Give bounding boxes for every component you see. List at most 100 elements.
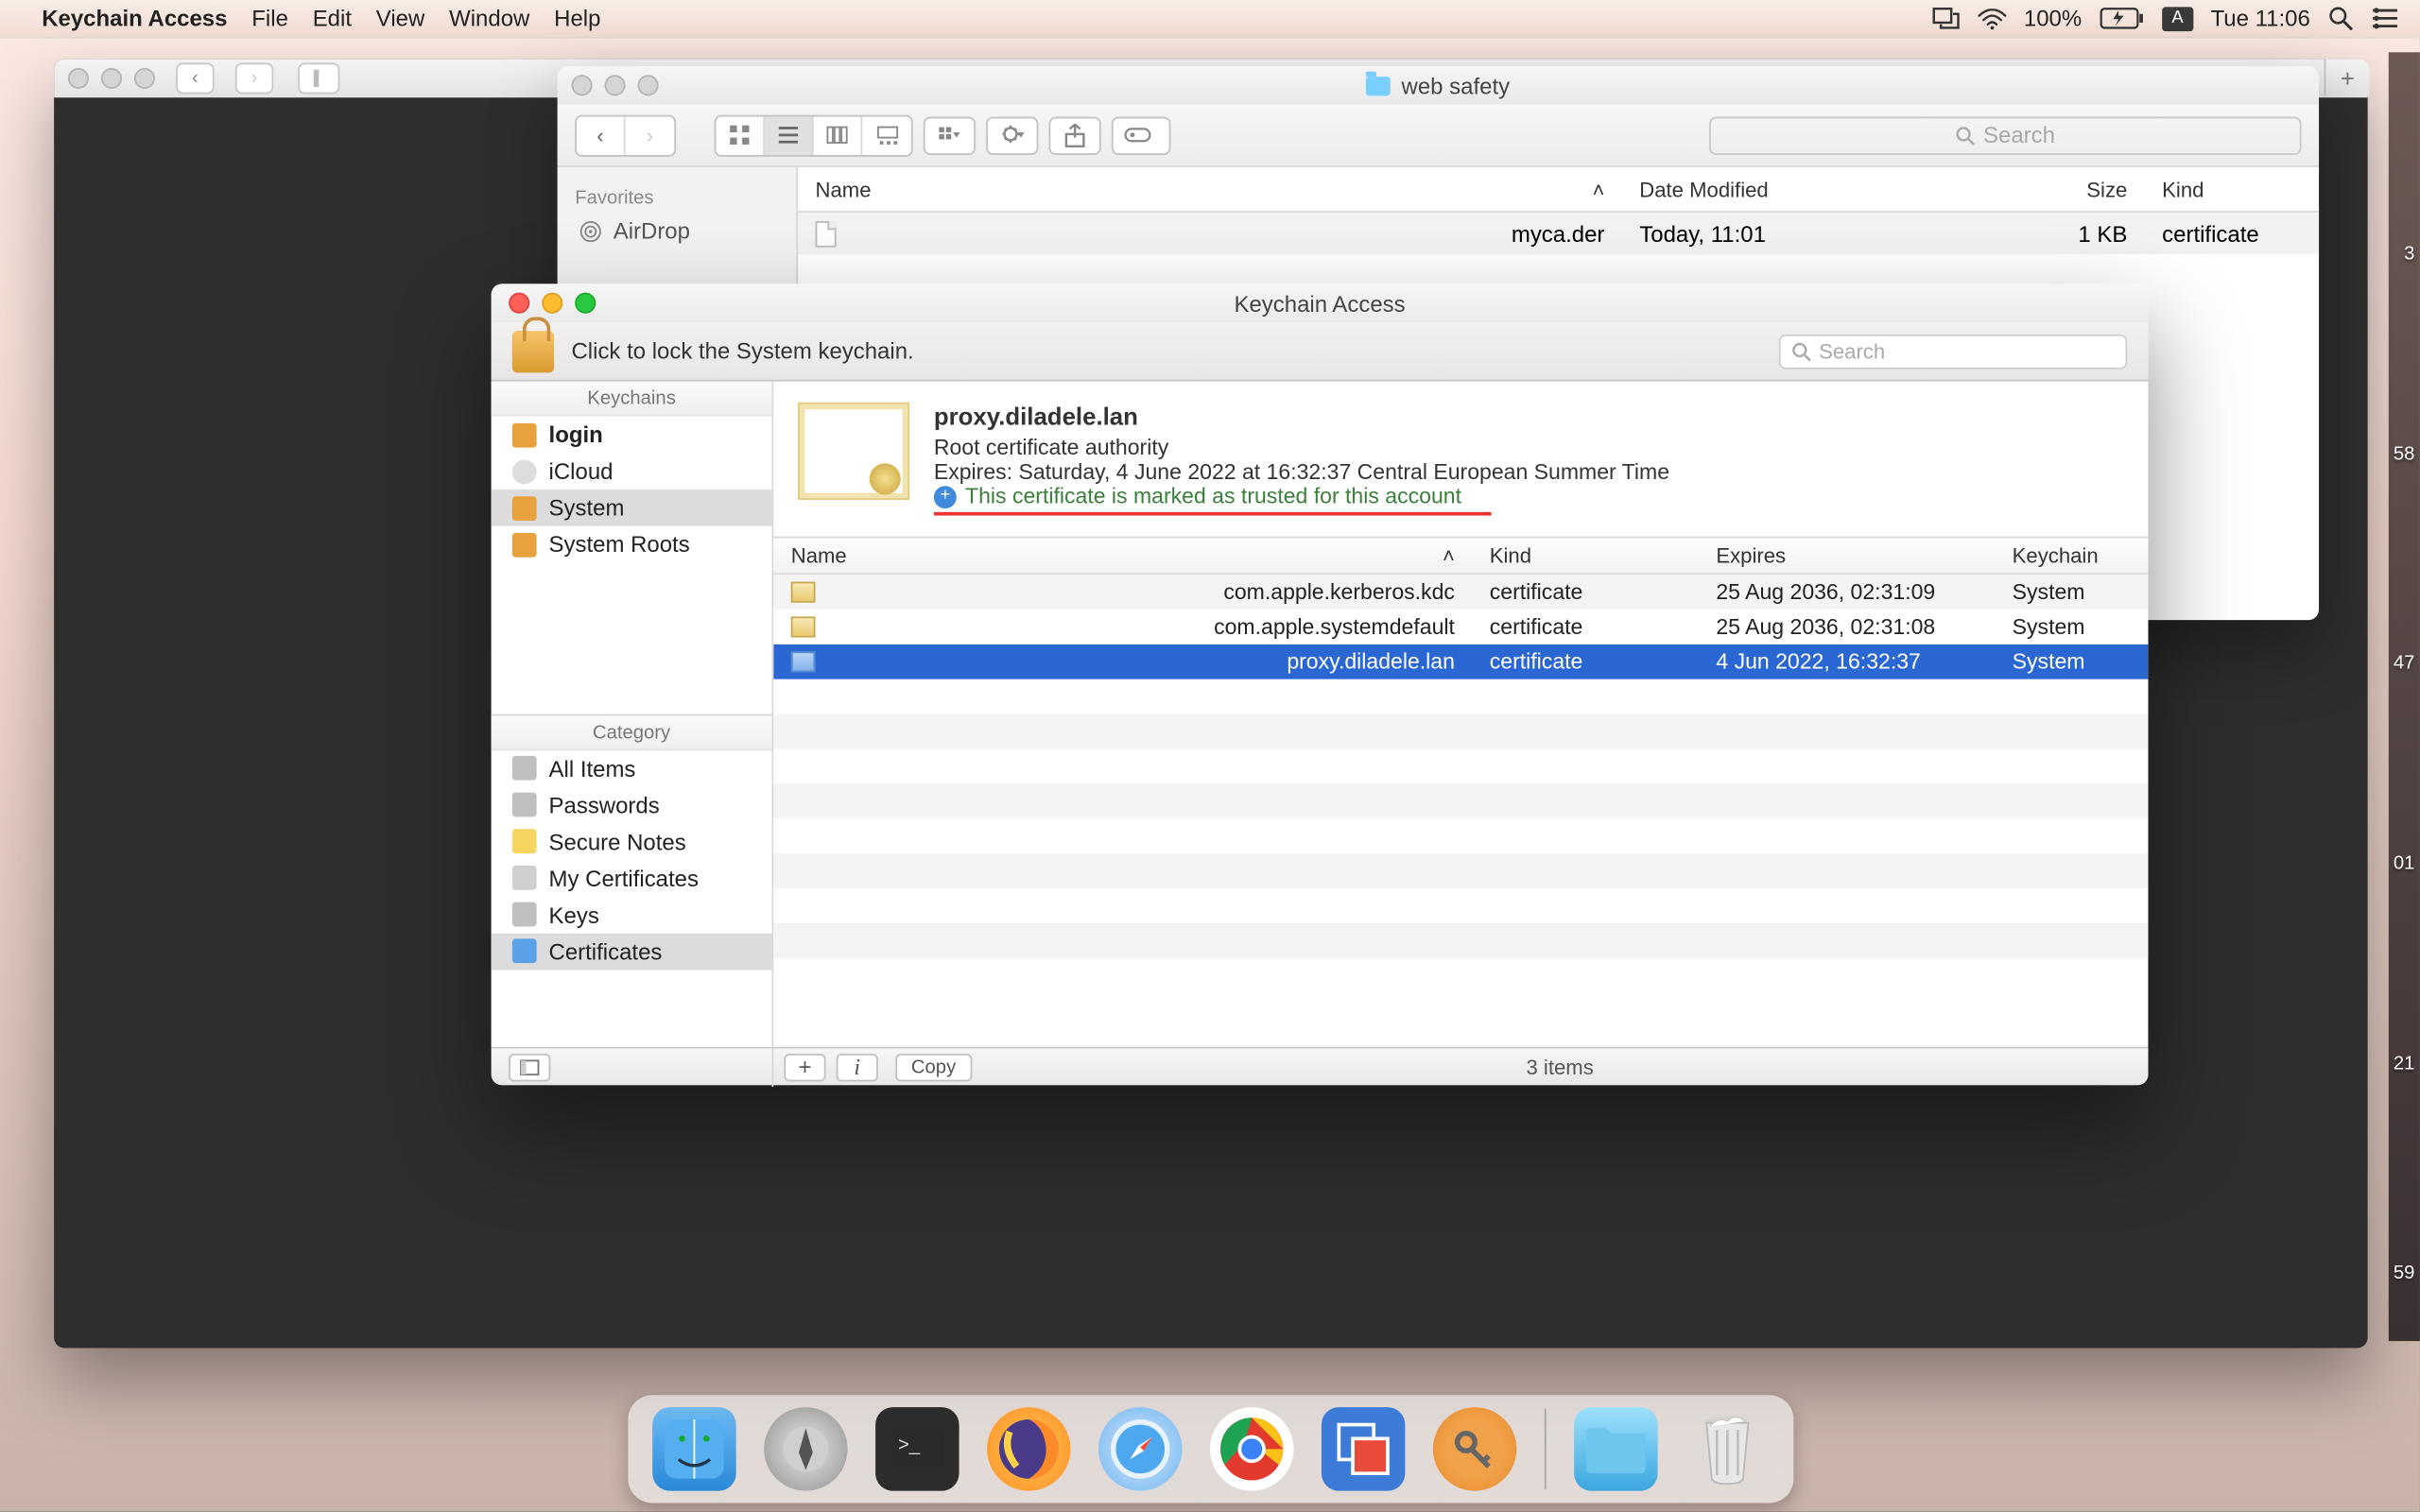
category-secure-notes[interactable]: Secure Notes [492, 823, 772, 860]
lockbar-text: Click to lock the System keychain. [572, 338, 914, 365]
svg-text:>_: >_ [897, 1435, 920, 1455]
dock-trash-icon[interactable] [1685, 1407, 1768, 1490]
battery-percent: 100% [2024, 6, 2082, 32]
menubar: Keychain Access File Edit View Window He… [0, 0, 2420, 39]
certificate-info-pane: proxy.diladele.lan Root certificate auth… [773, 382, 2148, 537]
battery-icon [2100, 7, 2145, 29]
keychain-item-login[interactable]: login [492, 416, 772, 453]
unlocked-icon [512, 495, 537, 520]
traffic-lights[interactable] [68, 68, 155, 89]
copy-button[interactable]: Copy [895, 1053, 972, 1080]
all-items-icon [512, 756, 537, 781]
finder-fwd-button[interactable]: › [626, 116, 675, 155]
dock-keychain-icon[interactable] [1432, 1407, 1515, 1490]
input-source-badge[interactable]: A [2162, 6, 2193, 30]
finder-traffic-lights[interactable] [572, 75, 659, 95]
note-icon [512, 829, 537, 853]
menu-view[interactable]: View [376, 6, 425, 32]
add-button[interactable]: + [784, 1053, 825, 1080]
search-icon [1791, 340, 1812, 361]
empty-row [773, 748, 2148, 783]
airdrop-icon [579, 218, 603, 243]
keychains-panel: Keychains login iCloud System System Roo… [492, 382, 772, 713]
kca-traffic-lights[interactable] [509, 293, 596, 314]
certificate-image-icon [798, 403, 909, 500]
nav-back-button[interactable]: ‹ [176, 62, 215, 94]
screenshare-icon[interactable] [1931, 7, 1959, 29]
dock-separator [1544, 1409, 1546, 1489]
app-name[interactable]: Keychain Access [42, 6, 227, 32]
view-list-button[interactable] [765, 116, 814, 155]
dock-firefox-icon[interactable] [986, 1407, 1069, 1490]
spotlight-icon[interactable] [2327, 6, 2354, 32]
folder-icon [512, 532, 537, 557]
trust-plus-icon: + [934, 485, 957, 507]
file-row[interactable]: myca.der Today, 11:01 1 KB certificate [798, 213, 2319, 254]
item-count: 3 items [972, 1055, 2149, 1079]
dock-safari-icon[interactable] [1098, 1407, 1181, 1490]
sidebar-toggle-button[interactable] [509, 1053, 550, 1080]
dock-launchpad-icon[interactable] [763, 1407, 846, 1490]
menu-help[interactable]: Help [554, 6, 600, 32]
dock-finder-icon[interactable] [651, 1407, 735, 1490]
sort-chevron-up-icon: ˄ [1443, 543, 1455, 568]
nav-fwd-button[interactable]: › [235, 62, 274, 94]
menubar-clock[interactable]: Tue 11:06 [2211, 6, 2310, 32]
menu-window[interactable]: Window [449, 6, 529, 32]
table-row[interactable]: com.apple.systemdefault certificate 25 A… [773, 610, 2148, 644]
key-icon [512, 793, 537, 817]
view-gallery-button[interactable] [862, 116, 911, 155]
category-panel: Category All Items Passwords Secure Note… [492, 713, 772, 1047]
finder-sidebar-header: Favorites [558, 181, 796, 213]
action-button[interactable] [986, 116, 1038, 155]
sidebar-toggle-button[interactable] [298, 62, 339, 94]
wifi-icon[interactable] [1977, 8, 2006, 28]
keychain-item-system-roots[interactable]: System Roots [492, 526, 772, 563]
empty-row [773, 888, 2148, 923]
category-my-certificates[interactable]: My Certificates [492, 860, 772, 897]
empty-row [773, 714, 2148, 749]
arrange-button[interactable] [924, 116, 976, 155]
lock-icon[interactable] [512, 330, 554, 371]
tags-button[interactable] [1112, 116, 1171, 155]
finder-toolbar: ‹ › Search [558, 105, 2319, 167]
share-button[interactable] [1048, 116, 1100, 155]
empty-row [773, 679, 2148, 714]
category-keys[interactable]: Keys [492, 896, 772, 933]
table-row[interactable]: com.apple.kerberos.kdc certificate 25 Au… [773, 575, 2148, 610]
desktop-right-edge: 3 58 47 01 21 59 [2389, 52, 2420, 1341]
sidebar-item-airdrop[interactable]: AirDrop [558, 213, 796, 249]
empty-row [773, 783, 2148, 818]
folder-icon [1367, 76, 1392, 94]
category-all-items[interactable]: All Items [492, 749, 772, 786]
dock-folder-icon[interactable] [1573, 1407, 1656, 1490]
notifications-icon[interactable] [2371, 7, 2398, 29]
menu-file[interactable]: File [251, 6, 288, 32]
new-tab-button[interactable]: + [2325, 60, 2370, 96]
table-row-selected[interactable]: proxy.diladele.lan certificate 4 Jun 202… [773, 644, 2148, 679]
dock-terminal-icon[interactable]: >_ [874, 1407, 958, 1490]
keychain-item-icloud[interactable]: iCloud [492, 453, 772, 490]
info-button[interactable]: i [837, 1053, 878, 1080]
certificate-trust-status: This certificate is marked as trusted fo… [965, 484, 1461, 508]
finder-title: web safety [1402, 72, 1511, 98]
cloud-icon [512, 459, 537, 484]
certificate-expires: Expires: Saturday, 4 June 2022 at 16:32:… [934, 460, 1669, 485]
view-columns-button[interactable] [814, 116, 863, 155]
kca-search-field[interactable]: Search [1779, 334, 2128, 369]
category-certificates[interactable]: Certificates [492, 933, 772, 970]
keychain-item-system[interactable]: System [492, 490, 772, 526]
cert-table-headers[interactable]: Name˄ Kind Expires Keychain [773, 537, 2148, 576]
menu-edit[interactable]: Edit [313, 6, 352, 32]
finder-column-headers[interactable]: Name˄ Date Modified Size Kind [798, 167, 2319, 213]
cert-table-body: com.apple.kerberos.kdc certificate 25 Au… [773, 575, 2148, 1046]
category-passwords[interactable]: Passwords [492, 786, 772, 823]
finder-back-button[interactable]: ‹ [577, 116, 626, 155]
dock-vm-icon[interactable] [1321, 1407, 1404, 1490]
dock-chrome-icon[interactable] [1209, 1407, 1292, 1490]
unlocked-icon [512, 422, 537, 447]
finder-search-field[interactable]: Search [1709, 116, 2302, 155]
sort-chevron-up-icon: ˄ [1592, 177, 1604, 201]
file-icon [816, 220, 837, 247]
view-icons-button[interactable] [716, 116, 765, 155]
